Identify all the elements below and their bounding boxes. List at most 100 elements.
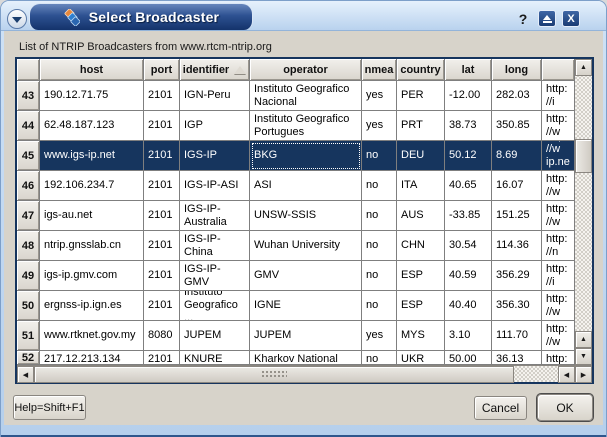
cell-port-row47[interactable]: 2101: [144, 201, 180, 231]
cell-identifier-row43[interactable]: IGN-Peru: [180, 81, 250, 111]
column-header-port[interactable]: port: [144, 59, 180, 81]
cell-nmea-row45[interactable]: no: [362, 141, 397, 171]
cell-url-row47[interactable]: http://w: [542, 201, 575, 231]
cell-operator-row49[interactable]: GMV: [250, 261, 362, 291]
cell-lat-row46[interactable]: 40.65: [445, 171, 492, 201]
title-tab[interactable]: Select Broadcaster: [29, 3, 253, 30]
window-menu-button[interactable]: [7, 9, 27, 29]
help-shortcut-button[interactable]: Help=Shift+F1: [13, 395, 86, 420]
cell-country-row44[interactable]: PRT: [397, 111, 445, 141]
cell-operator-row44[interactable]: Instituto Geografico Portugues: [250, 111, 362, 141]
column-header-country[interactable]: country: [397, 59, 445, 81]
row-header-45[interactable]: 45: [17, 141, 40, 171]
cell-host-row51[interactable]: www.rtknet.gov.my: [40, 321, 144, 351]
cell-long-row44[interactable]: 350.85: [492, 111, 542, 141]
cell-host-row45[interactable]: www.igs-ip.net: [40, 141, 144, 171]
column-header-lat[interactable]: lat: [445, 59, 492, 81]
cell-long-row47[interactable]: 151.25: [492, 201, 542, 231]
cell-url-row44[interactable]: http://w: [542, 111, 575, 141]
cell-operator-row50[interactable]: IGNE: [250, 291, 362, 321]
cell-nmea-row44[interactable]: yes: [362, 111, 397, 141]
cell-nmea-row48[interactable]: no: [362, 231, 397, 261]
cell-operator-row47[interactable]: UNSW-SSIS: [250, 201, 362, 231]
cell-country-row47[interactable]: AUS: [397, 201, 445, 231]
cell-identifier-row44[interactable]: IGP: [180, 111, 250, 141]
cell-lat-row49[interactable]: 40.59: [445, 261, 492, 291]
cell-port-row46[interactable]: 2101: [144, 171, 180, 201]
cell-lat-row50[interactable]: 40.40: [445, 291, 492, 321]
cell-identifier-row51[interactable]: JUPEM: [180, 321, 250, 351]
cell-url-row52[interactable]: http://w: [542, 351, 575, 365]
horizontal-scrollbar[interactable]: ◀ ◀ ▶: [17, 365, 592, 382]
cell-identifier-row47[interactable]: IGS-IP-Australia: [180, 201, 250, 231]
scroll-up-button-2[interactable]: ▲: [575, 331, 592, 348]
cell-port-row52[interactable]: 2101: [144, 351, 180, 365]
cell-host-row49[interactable]: igs-ip.gmv.com: [40, 261, 144, 291]
cell-lat-row52[interactable]: 50.00: [445, 351, 492, 365]
cell-host-row43[interactable]: 190.12.71.75: [40, 81, 144, 111]
cell-url-row50[interactable]: http://w: [542, 291, 575, 321]
cell-country-row51[interactable]: MYS: [397, 321, 445, 351]
cell-nmea-row47[interactable]: no: [362, 201, 397, 231]
cell-port-row51[interactable]: 8080: [144, 321, 180, 351]
cell-url-row45[interactable]: http://w ip.net/: [542, 141, 575, 171]
cell-nmea-row43[interactable]: yes: [362, 81, 397, 111]
cell-port-row48[interactable]: 2101: [144, 231, 180, 261]
cell-operator-row51[interactable]: JUPEM: [250, 321, 362, 351]
cell-nmea-row50[interactable]: no: [362, 291, 397, 321]
row-header-43[interactable]: 43: [17, 81, 40, 111]
cell-long-row51[interactable]: 111.70: [492, 321, 542, 351]
cell-url-row43[interactable]: http://i: [542, 81, 575, 111]
scroll-left-button-2[interactable]: ◀: [558, 366, 575, 383]
row-header-44[interactable]: 44: [17, 111, 40, 141]
cell-url-row49[interactable]: http://i: [542, 261, 575, 291]
context-help-button[interactable]: ?: [514, 10, 532, 27]
cell-country-row52[interactable]: UKR: [397, 351, 445, 365]
cell-nmea-row46[interactable]: no: [362, 171, 397, 201]
vertical-scroll-thumb[interactable]: [575, 139, 592, 173]
cell-identifier-row48[interactable]: IGS-IP-China: [180, 231, 250, 261]
cancel-button[interactable]: Cancel: [474, 396, 527, 420]
scroll-up-button[interactable]: ▲: [575, 59, 592, 76]
cell-country-row46[interactable]: ITA: [397, 171, 445, 201]
cell-nmea-row49[interactable]: no: [362, 261, 397, 291]
cell-lat-row44[interactable]: 38.73: [445, 111, 492, 141]
cell-nmea-row51[interactable]: yes: [362, 321, 397, 351]
close-button[interactable]: X: [562, 10, 580, 27]
row-header-46[interactable]: 46: [17, 171, 40, 201]
cell-nmea-row52[interactable]: no: [362, 351, 397, 365]
cell-country-row45[interactable]: DEU: [397, 141, 445, 171]
column-header-host[interactable]: host: [40, 59, 144, 81]
cell-long-row50[interactable]: 356.30: [492, 291, 542, 321]
cell-operator-row43[interactable]: Instituto Geografico Nacional: [250, 81, 362, 111]
cell-operator-row45[interactable]: BKG: [250, 141, 362, 171]
scroll-down-button[interactable]: ▼: [575, 348, 592, 365]
row-header-48[interactable]: 48: [17, 231, 40, 261]
column-header-operator[interactable]: operator: [250, 59, 362, 81]
cell-country-row43[interactable]: PER: [397, 81, 445, 111]
column-header-long[interactable]: long: [492, 59, 542, 81]
cell-host-row52[interactable]: 217.12.213.134: [40, 351, 144, 365]
column-header-nmea[interactable]: nmea: [362, 59, 397, 81]
cell-port-row49[interactable]: 2101: [144, 261, 180, 291]
cell-country-row49[interactable]: ESP: [397, 261, 445, 291]
cell-port-row45[interactable]: 2101: [144, 141, 180, 171]
cell-operator-row46[interactable]: ASI: [250, 171, 362, 201]
cell-host-row47[interactable]: igs-au.net: [40, 201, 144, 231]
cell-port-row44[interactable]: 2101: [144, 111, 180, 141]
row-header-51[interactable]: 51: [17, 321, 40, 351]
row-header-47[interactable]: 47: [17, 201, 40, 231]
cell-lat-row47[interactable]: -33.85: [445, 201, 492, 231]
cell-identifier-row45[interactable]: IGS-IP: [180, 141, 250, 171]
cell-host-row50[interactable]: ergnss-ip.ign.es: [40, 291, 144, 321]
cell-identifier-row49[interactable]: IGS-IP-GMV: [180, 261, 250, 291]
cell-long-row52[interactable]: 36.13: [492, 351, 542, 365]
cell-long-row49[interactable]: 356.29: [492, 261, 542, 291]
ok-button[interactable]: OK: [537, 394, 593, 421]
cell-country-row50[interactable]: ESP: [397, 291, 445, 321]
cell-long-row46[interactable]: 16.07: [492, 171, 542, 201]
column-header-blank[interactable]: [542, 59, 575, 81]
row-header-50[interactable]: 50: [17, 291, 40, 321]
cell-lat-row43[interactable]: -12.00: [445, 81, 492, 111]
column-header-blank[interactable]: [17, 59, 40, 81]
